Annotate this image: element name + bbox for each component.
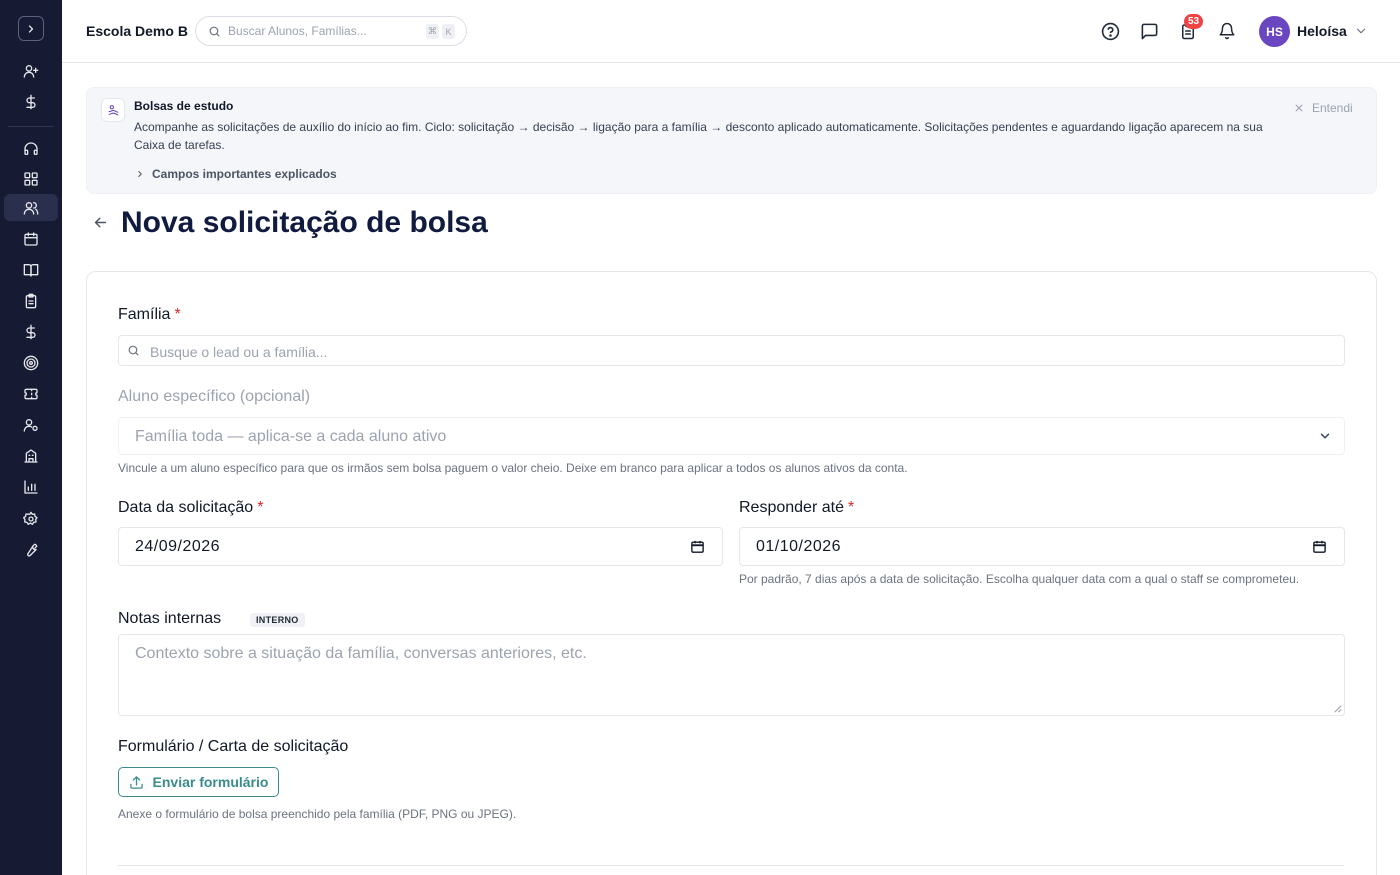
- chevron-right-icon: [28, 24, 34, 33]
- sidebar-item-calendar[interactable]: [4, 225, 58, 252]
- respond-by-value: 01/10/2026: [756, 538, 842, 555]
- calendar-icon[interactable]: [1312, 539, 1327, 554]
- request-date-input[interactable]: 24/09/2026: [118, 527, 723, 566]
- banner-dismiss-label: Entendi: [1312, 101, 1353, 115]
- book-open-icon: [23, 263, 39, 277]
- chevron-down-icon: [1318, 429, 1332, 443]
- search-icon: [127, 344, 140, 357]
- sidebar-item-add-lead[interactable]: [4, 57, 58, 84]
- request-date-label-text: Data da solicitação: [118, 499, 254, 516]
- sidebar-item-school[interactable]: [4, 442, 58, 469]
- form-divider: [118, 865, 1344, 866]
- search-icon: [208, 25, 221, 38]
- help-icon[interactable]: [1100, 21, 1120, 41]
- internal-badge: INTERNO: [250, 613, 305, 627]
- dollar-icon: [26, 94, 36, 109]
- user-avatar[interactable]: HS: [1259, 16, 1290, 47]
- users-icon: [23, 201, 39, 215]
- search-placeholder: Buscar Alunos, Famílias...: [228, 24, 367, 38]
- shortcut-key-cmd: ⌘: [426, 24, 439, 39]
- sidebar-item-support[interactable]: [4, 135, 58, 162]
- banner-dismiss-button[interactable]: Entendi: [1294, 101, 1353, 115]
- tasks-count-badge: 53: [1184, 14, 1204, 29]
- family-label: Família *: [118, 306, 181, 324]
- banner-description: Acompanhe as solicitações de auxílio do …: [134, 120, 1263, 152]
- upload-help-text: Anexe o formulário de bolsa preenchido p…: [118, 807, 517, 821]
- page-title: Nova solicitação de bolsa: [121, 206, 488, 239]
- chevron-down-icon[interactable]: [1354, 24, 1368, 38]
- sidebar-expand-button[interactable]: [18, 16, 44, 41]
- respond-by-help-text: Por padrão, 7 dias após a data de solici…: [739, 572, 1300, 586]
- request-date-value: 24/09/2026: [135, 538, 221, 555]
- respond-by-label: Responder até *: [739, 499, 854, 517]
- user-cog-icon: [23, 418, 38, 432]
- target-icon: [23, 355, 39, 370]
- dashboard-icon: [24, 171, 38, 186]
- respond-by-input[interactable]: 01/10/2026: [739, 527, 1345, 566]
- wrench-icon: [27, 543, 38, 557]
- calendar-icon: [24, 231, 38, 246]
- required-marker: *: [174, 306, 181, 323]
- banner-title: Bolsas de estudo: [134, 99, 234, 113]
- sidebar-item-dashboard[interactable]: [4, 165, 58, 192]
- upload-form-button[interactable]: Enviar formulário: [118, 767, 279, 797]
- request-date-label: Data da solicitação *: [118, 499, 263, 517]
- chevron-right-icon: [138, 170, 142, 178]
- notes-label: Notas internas: [118, 610, 222, 627]
- sidebar-divider: [8, 126, 54, 127]
- sidebar-item-goals[interactable]: [4, 349, 58, 376]
- respond-by-label-text: Responder até: [739, 499, 844, 516]
- arrow-left-icon: [94, 217, 107, 228]
- sidebar: [0, 0, 62, 875]
- gear-icon: [23, 511, 38, 525]
- upload-icon: [129, 775, 143, 789]
- fields-explained-toggle[interactable]: Campos importantes explicados: [135, 167, 337, 181]
- required-marker: *: [257, 499, 264, 516]
- sidebar-item-tickets[interactable]: [4, 380, 58, 407]
- sidebar-item-courses[interactable]: [4, 256, 58, 283]
- resize-handle-icon[interactable]: [1333, 704, 1342, 713]
- sidebar-item-staff[interactable]: [4, 411, 58, 438]
- sidebar-item-reports[interactable]: [4, 473, 58, 500]
- sidebar-item-finance[interactable]: [4, 318, 58, 345]
- application-form-label: Formulário / Carta de solicitação: [118, 738, 349, 755]
- user-name[interactable]: Heloísa: [1297, 23, 1347, 39]
- calendar-icon[interactable]: [690, 539, 705, 554]
- school-name: Escola Demo B: [86, 23, 188, 39]
- close-icon: [1295, 104, 1303, 112]
- upload-form-label: Enviar formulário: [152, 774, 269, 790]
- ticket-icon: [24, 388, 38, 399]
- sidebar-item-payments[interactable]: [4, 88, 58, 115]
- user-plus-icon: [23, 64, 39, 78]
- back-button[interactable]: [92, 214, 109, 231]
- sidebar-item-families[interactable]: [4, 194, 58, 221]
- internal-notes-textarea[interactable]: Contexto sobre a situação da família, co…: [118, 634, 1345, 716]
- sidebar-item-tasks[interactable]: [4, 287, 58, 314]
- scholarship-info-banner: Bolsas de estudo Acompanhe as solicitaçõ…: [86, 87, 1377, 194]
- clipboard-icon: [25, 293, 37, 308]
- family-search-placeholder: Busque o lead ou a família...: [150, 344, 328, 360]
- top-header: Escola Demo B Buscar Alunos, Famílias...…: [62, 0, 1400, 63]
- building-icon: [24, 448, 38, 463]
- required-marker: *: [847, 499, 855, 516]
- fields-explained-label: Campos importantes explicados: [152, 167, 337, 181]
- global-search-input[interactable]: Buscar Alunos, Famílias... ⌘ K: [195, 16, 467, 46]
- family-search-input[interactable]: Busque o lead ou a família...: [118, 335, 1345, 366]
- student-select-value: Família toda — aplica-se a cada aluno at…: [135, 428, 447, 445]
- student-label: Aluno específico (opcional): [118, 388, 311, 405]
- student-help-text: Vincule a um aluno específico para que o…: [118, 461, 908, 475]
- scholarship-icon: [101, 98, 125, 122]
- headset-icon: [24, 141, 38, 155]
- student-select[interactable]: Família toda — aplica-se a cada aluno at…: [118, 417, 1345, 455]
- bar-chart-icon: [24, 479, 38, 494]
- notes-placeholder: Contexto sobre a situação da família, co…: [135, 645, 587, 662]
- family-label-text: Família: [118, 306, 171, 323]
- sidebar-item-tools[interactable]: [4, 536, 58, 563]
- bell-icon[interactable]: [1217, 21, 1237, 41]
- sidebar-item-settings[interactable]: [4, 505, 58, 532]
- dollar-icon: [26, 324, 36, 339]
- messages-icon[interactable]: [1139, 21, 1159, 41]
- shortcut-key-k: K: [442, 24, 455, 39]
